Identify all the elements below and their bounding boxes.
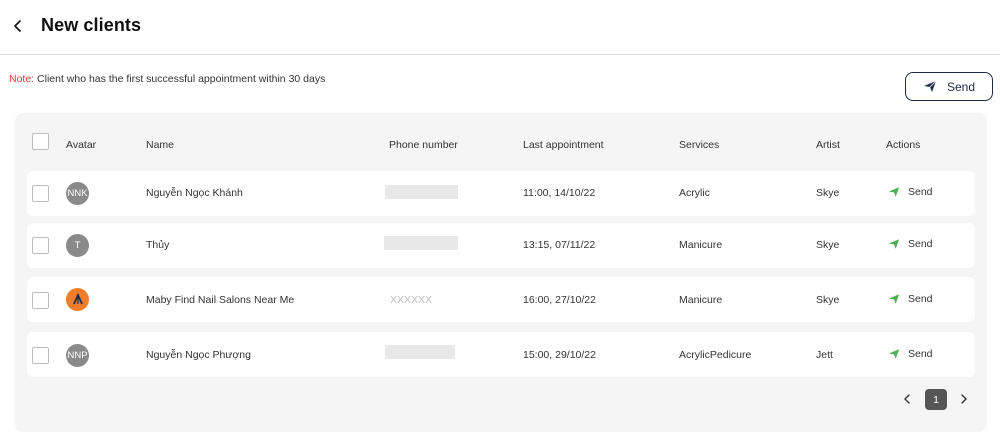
chevron-right-icon xyxy=(961,394,967,404)
artist: Jett xyxy=(816,349,833,361)
client-name: Maby Find Nail Salons Near Me xyxy=(146,294,295,306)
column-header-phone[interactable]: Phone number xyxy=(389,139,458,151)
avatar: NNP xyxy=(66,344,89,367)
column-header-actions: Actions xyxy=(886,139,921,151)
services: Acrylic xyxy=(679,187,710,199)
artist: Skye xyxy=(816,294,840,306)
back-button[interactable] xyxy=(9,16,27,36)
row-checkbox[interactable] xyxy=(32,185,49,202)
pagination-prev-button[interactable] xyxy=(900,391,914,407)
send-button-label: Send xyxy=(946,79,976,94)
salon-logo-icon xyxy=(72,292,83,304)
column-header-artist[interactable]: Artist xyxy=(816,139,840,151)
phone-number-redacted xyxy=(385,345,455,359)
row-checkbox[interactable] xyxy=(32,292,49,309)
pagination-next-button[interactable] xyxy=(957,391,971,407)
note-text: Note: Client who has the first successfu… xyxy=(9,73,325,85)
paper-plane-icon xyxy=(888,187,900,197)
table-row[interactable]: NNK Nguyễn Ngọc Khánh 11:00, 14/10/22 Ac… xyxy=(27,171,975,216)
phone-number-redacted xyxy=(385,185,458,199)
row-send-label: Send xyxy=(908,186,933,198)
last-appointment: 13:15, 07/11/22 xyxy=(523,239,596,251)
column-header-avatar: Avatar xyxy=(66,139,97,151)
table-row[interactable]: T Thủy 13:15, 07/11/22 Manicure Skye Sen… xyxy=(27,223,975,268)
services: Manicure xyxy=(679,239,723,251)
last-appointment: 16:00, 27/10/22 xyxy=(523,294,596,306)
avatar: T xyxy=(66,234,89,257)
row-send-label: Send xyxy=(908,293,933,305)
services: AcrylicPedicure xyxy=(679,349,752,361)
pagination-page-button[interactable]: 1 xyxy=(925,389,947,410)
avatar: NNK xyxy=(66,182,89,205)
row-send-button[interactable]: Send xyxy=(888,293,933,305)
table-header: Avatar Name Phone number Last appointmen… xyxy=(15,113,987,169)
last-appointment: 15:00, 29/10/22 xyxy=(523,349,596,361)
send-button[interactable]: Send xyxy=(905,72,993,101)
column-header-name[interactable]: Name xyxy=(146,139,174,151)
avatar xyxy=(66,288,89,311)
column-header-last-appointment[interactable]: Last appointment xyxy=(523,139,604,151)
phone-number-redacted xyxy=(384,236,458,250)
artist: Skye xyxy=(816,187,840,199)
client-name: Nguyễn Ngọc Khánh xyxy=(146,187,243,199)
paper-plane-icon xyxy=(923,80,937,92)
row-checkbox[interactable] xyxy=(32,237,49,254)
row-checkbox[interactable] xyxy=(32,347,49,364)
row-send-label: Send xyxy=(908,348,933,360)
phone-number: XXXXXX xyxy=(390,294,433,306)
row-send-label: Send xyxy=(908,238,933,250)
last-appointment: 11:00, 14/10/22 xyxy=(523,187,596,199)
select-all-checkbox[interactable] xyxy=(32,133,49,150)
client-name: Nguyễn Ngọc Phượng xyxy=(146,349,251,361)
table-row[interactable]: Maby Find Nail Salons Near Me XXXXXX 16:… xyxy=(27,277,975,322)
artist: Skye xyxy=(816,239,840,251)
client-name: Thủy xyxy=(146,239,170,251)
note-description: Client who has the first successful appo… xyxy=(34,73,326,85)
row-send-button[interactable]: Send xyxy=(888,238,933,250)
column-header-services[interactable]: Services xyxy=(679,139,719,151)
paper-plane-icon xyxy=(888,349,900,359)
paper-plane-icon xyxy=(888,239,900,249)
services: Manicure xyxy=(679,294,723,306)
row-send-button[interactable]: Send xyxy=(888,348,933,360)
row-send-button[interactable]: Send xyxy=(888,186,933,198)
table-row[interactable]: NNP Nguyễn Ngọc Phượng 15:00, 29/10/22 A… xyxy=(27,332,975,377)
page-title: New clients xyxy=(41,15,142,35)
chevron-left-icon xyxy=(14,20,21,32)
page-header: New clients xyxy=(0,0,1000,55)
note-label: Note: xyxy=(9,73,35,85)
paper-plane-icon xyxy=(888,294,900,304)
clients-table: Avatar Name Phone number Last appointmen… xyxy=(15,113,987,432)
chevron-left-icon xyxy=(904,394,910,404)
